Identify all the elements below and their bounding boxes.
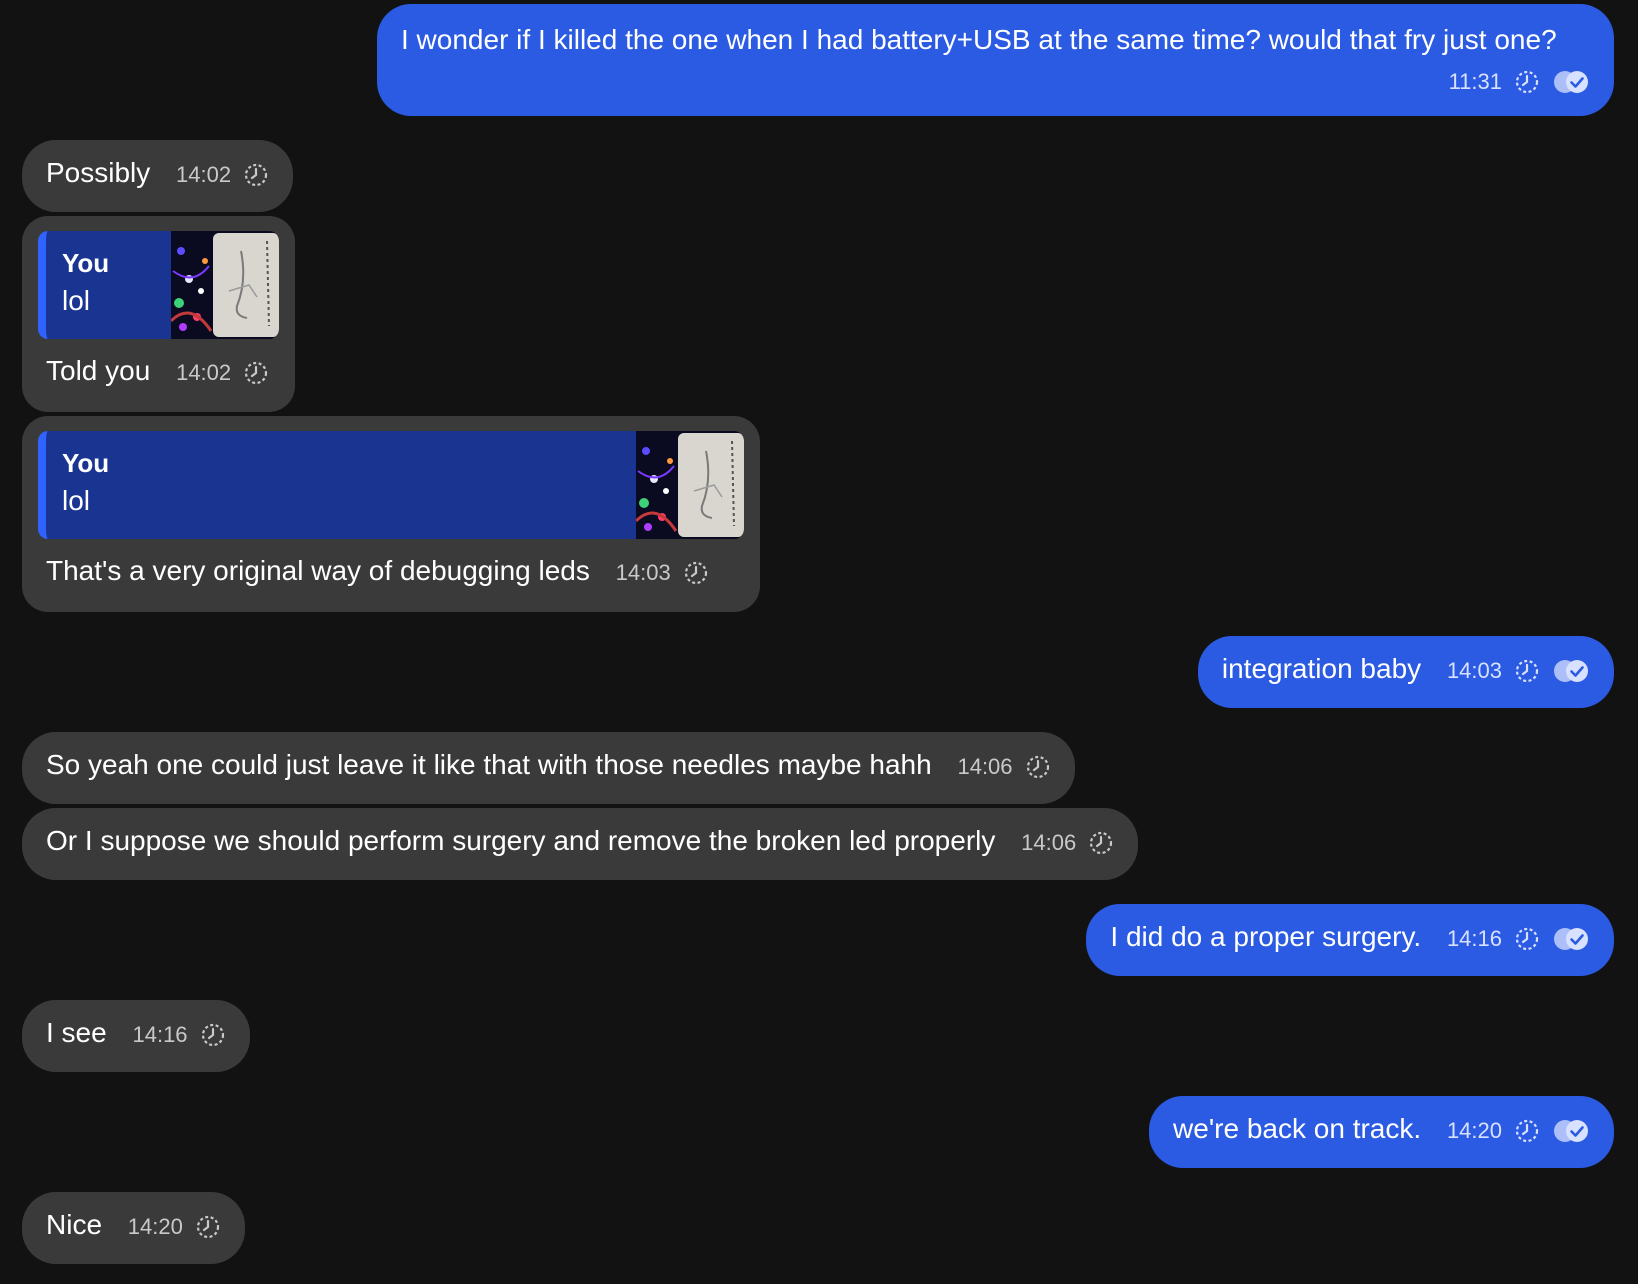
message-time: 14:02 [176, 360, 232, 385]
message-meta: 14:20 [1447, 1111, 1590, 1151]
message-time: 14:16 [132, 1022, 188, 1047]
double-check-icon [1552, 926, 1590, 952]
message-text: Or I suppose we should perform surgery a… [46, 825, 996, 856]
message-time: 14:02 [176, 162, 232, 187]
reply-thumbnail [171, 231, 279, 339]
message-time: 14:20 [127, 1214, 183, 1239]
message-bubble-incoming[interactable]: You lol Told you 14:02 [22, 216, 295, 412]
reply-text: lol [62, 485, 91, 516]
message-meta: 11:31 [1449, 62, 1590, 102]
double-check-icon [1552, 658, 1590, 684]
message-text: Possibly [46, 157, 151, 188]
message-bubble-outgoing[interactable]: I did do a proper surgery. 14:16 [1086, 904, 1614, 976]
message-meta: 14:02 [176, 353, 269, 393]
message-meta: 14:03 [616, 553, 709, 593]
message-text: integration baby [1221, 653, 1422, 684]
message-bubble-incoming[interactable]: So yeah one could just leave it like tha… [22, 732, 1075, 804]
double-check-icon [1552, 69, 1590, 95]
clock-icon [1514, 1118, 1540, 1144]
clock-icon [243, 360, 269, 386]
reply-quote[interactable]: You lol [38, 431, 744, 539]
message-meta: 14:16 [1447, 919, 1590, 959]
message-bubble-incoming[interactable]: You lol That's a very original way of de… [22, 416, 760, 612]
clock-icon [243, 162, 269, 188]
message-text: So yeah one could just leave it like tha… [46, 749, 932, 780]
message-text: I wonder if I killed the one when I had … [401, 24, 1557, 55]
clock-icon [1514, 69, 1540, 95]
message-text: I did do a proper surgery. [1110, 921, 1422, 952]
message-bubble-incoming[interactable]: Nice 14:20 [22, 1192, 245, 1264]
clock-icon [200, 1022, 226, 1048]
message-meta: 14:16 [132, 1015, 225, 1055]
message-text: Told you [46, 355, 151, 386]
message-text: I see [46, 1017, 107, 1048]
message-time: 14:20 [1446, 1118, 1502, 1143]
message-meta: 14:03 [1447, 651, 1590, 691]
clock-icon [195, 1214, 221, 1240]
message-bubble-incoming[interactable]: Possibly 14:02 [22, 140, 294, 212]
message-time: 14:03 [1446, 658, 1502, 683]
message-bubble-outgoing[interactable]: integration baby 14:03 [1197, 636, 1614, 708]
message-text: That's a very original way of debugging … [46, 555, 590, 586]
message-bubble-outgoing[interactable]: I wonder if I killed the one when I had … [377, 4, 1614, 116]
clock-icon [1514, 658, 1540, 684]
message-bubble-incoming[interactable]: Or I suppose we should perform surgery a… [22, 808, 1139, 880]
double-check-icon [1552, 1118, 1590, 1144]
message-meta: 14:02 [176, 155, 269, 195]
reply-thumbnail [636, 431, 744, 539]
message-text: Nice [46, 1209, 103, 1240]
message-time: 14:06 [957, 754, 1013, 779]
message-meta: 14:06 [957, 747, 1050, 787]
clock-icon [1514, 926, 1540, 952]
clock-icon [1088, 830, 1114, 856]
message-time: 14:06 [1021, 830, 1077, 855]
reply-text: lol [62, 285, 91, 316]
message-time: 14:16 [1446, 926, 1502, 951]
clock-icon [1025, 754, 1051, 780]
message-time: 11:31 [1448, 69, 1502, 94]
reply-author: You [62, 248, 110, 278]
reply-quote[interactable]: You lol [38, 231, 279, 339]
message-bubble-outgoing[interactable]: we're back on track. 14:20 [1149, 1096, 1614, 1168]
message-time: 14:03 [615, 560, 671, 585]
message-bubble-incoming[interactable]: I see 14:16 [22, 1000, 250, 1072]
reply-author: You [62, 448, 110, 478]
message-meta: 14:06 [1021, 823, 1114, 863]
clock-icon [683, 560, 709, 586]
message-text: we're back on track. [1173, 1113, 1422, 1144]
message-meta: 14:20 [128, 1207, 221, 1247]
